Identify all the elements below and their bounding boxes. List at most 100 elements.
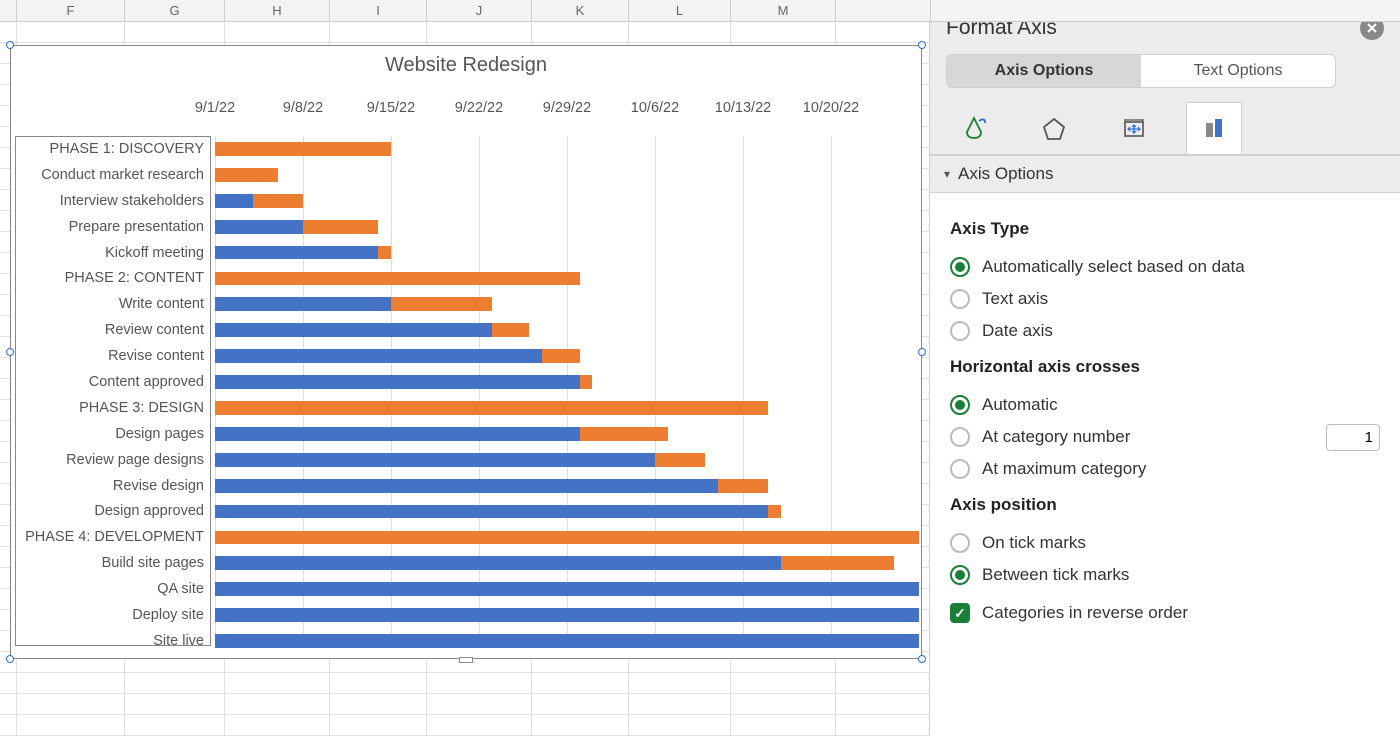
- radio-label: Text axis: [982, 289, 1048, 309]
- column-header[interactable]: L: [629, 0, 731, 21]
- axis-options-icon[interactable]: [1186, 102, 1242, 154]
- checkbox-label: Categories in reverse order: [982, 603, 1188, 623]
- plot-area[interactable]: 9/1/229/8/229/15/229/22/229/29/2210/6/22…: [215, 94, 917, 652]
- bar-row[interactable]: [215, 343, 917, 369]
- resize-handle-ml[interactable]: [6, 348, 14, 356]
- radio-label: Date axis: [982, 321, 1053, 341]
- category-axis[interactable]: PHASE 1: DISCOVERYConduct market researc…: [15, 136, 211, 646]
- resize-handle-bottom[interactable]: [459, 657, 473, 663]
- bar-row[interactable]: [215, 317, 917, 343]
- bar-row[interactable]: [215, 136, 917, 162]
- bar-row[interactable]: [215, 162, 917, 188]
- bar-row[interactable]: [215, 240, 917, 266]
- radio-crosses-catnum[interactable]: At category number: [950, 421, 1326, 453]
- category-label[interactable]: Review page designs: [16, 448, 210, 474]
- chart-title[interactable]: Website Redesign: [11, 46, 921, 81]
- category-label[interactable]: PHASE 1: DISCOVERY: [16, 137, 210, 163]
- column-header[interactable]: M: [731, 0, 836, 21]
- section-axis-options-header[interactable]: ▾ Axis Options: [930, 155, 1400, 193]
- fill-line-icon[interactable]: [946, 102, 1002, 154]
- category-label[interactable]: Deploy site: [16, 603, 210, 629]
- radio-icon: [950, 427, 970, 447]
- resize-handle-tl[interactable]: [6, 41, 14, 49]
- radio-icon: [950, 459, 970, 479]
- category-label[interactable]: Interview stakeholders: [16, 189, 210, 215]
- resize-handle-tr[interactable]: [918, 41, 926, 49]
- bar-row[interactable]: [215, 628, 917, 654]
- category-label[interactable]: QA site: [16, 577, 210, 603]
- bar-row[interactable]: [215, 421, 917, 447]
- column-header[interactable]: K: [532, 0, 629, 21]
- category-label[interactable]: Content approved: [16, 370, 210, 396]
- bar-row[interactable]: [215, 499, 917, 525]
- effects-icon[interactable]: [1026, 102, 1082, 154]
- radio-axis-type-text[interactable]: Text axis: [950, 283, 1380, 315]
- section-axis-options-body: Axis Type Automatically select based on …: [930, 193, 1400, 641]
- bar-row[interactable]: [215, 473, 917, 499]
- resize-handle-br[interactable]: [918, 655, 926, 663]
- x-axis-label[interactable]: 9/8/22: [283, 100, 323, 116]
- column-header[interactable]: H: [225, 0, 330, 21]
- x-axis-label[interactable]: 9/29/22: [543, 100, 591, 116]
- bar-row[interactable]: [215, 188, 917, 214]
- radio-axis-type-auto[interactable]: Automatically select based on data: [950, 251, 1380, 283]
- bar-row[interactable]: [215, 525, 917, 551]
- options-segmented-tabs: Axis Options Text Options: [946, 54, 1336, 88]
- category-label[interactable]: Revise content: [16, 344, 210, 370]
- axis-type-title: Axis Type: [950, 219, 1380, 239]
- bar-row[interactable]: [215, 395, 917, 421]
- x-axis-label[interactable]: 9/15/22: [367, 100, 415, 116]
- category-label[interactable]: Design pages: [16, 422, 210, 448]
- category-label[interactable]: Write content: [16, 292, 210, 318]
- column-header[interactable]: I: [330, 0, 427, 21]
- tab-text-options[interactable]: Text Options: [1141, 55, 1335, 87]
- x-axis-label[interactable]: 10/6/22: [631, 100, 679, 116]
- crosses-catnum-input[interactable]: [1326, 424, 1380, 451]
- radio-label: Automatic: [982, 395, 1058, 415]
- category-label[interactable]: Conduct market research: [16, 163, 210, 189]
- size-properties-icon[interactable]: [1106, 102, 1162, 154]
- checkbox-cat-reverse[interactable]: ✓ Categories in reverse order: [950, 597, 1380, 629]
- column-header[interactable]: F: [17, 0, 125, 21]
- chart-object[interactable]: Website Redesign PHASE 1: DISCOVERYCondu…: [10, 45, 922, 659]
- bar-row[interactable]: [215, 602, 917, 628]
- resize-handle-bl[interactable]: [6, 655, 14, 663]
- column-header[interactable]: G: [125, 0, 225, 21]
- category-label[interactable]: Revise design: [16, 474, 210, 500]
- radio-crosses-max[interactable]: At maximum category: [950, 453, 1380, 485]
- column-header[interactable]: [836, 0, 931, 21]
- radio-axispos-between[interactable]: Between tick marks: [950, 559, 1380, 591]
- axispos-title: Axis position: [950, 495, 1380, 515]
- bar-row[interactable]: [215, 576, 917, 602]
- category-label[interactable]: Review content: [16, 318, 210, 344]
- bar-row[interactable]: [215, 369, 917, 395]
- radio-icon: [950, 533, 970, 553]
- column-headers: FGHIJKLM: [0, 0, 1400, 22]
- bar-row[interactable]: [215, 550, 917, 576]
- x-axis-label[interactable]: 10/13/22: [715, 100, 771, 116]
- radio-crosses-auto[interactable]: Automatic: [950, 389, 1380, 421]
- category-label[interactable]: PHASE 3: DESIGN: [16, 396, 210, 422]
- category-label[interactable]: Design approved: [16, 499, 210, 525]
- bar-row[interactable]: [215, 447, 917, 473]
- category-label[interactable]: Kickoff meeting: [16, 241, 210, 267]
- tab-axis-options[interactable]: Axis Options: [947, 55, 1141, 87]
- x-axis-label[interactable]: 9/22/22: [455, 100, 503, 116]
- category-label[interactable]: Site live: [16, 629, 210, 655]
- bar-row[interactable]: [215, 214, 917, 240]
- radio-label: Between tick marks: [982, 565, 1129, 585]
- bar-row[interactable]: [215, 291, 917, 317]
- value-axis[interactable]: 9/1/229/8/229/15/229/22/229/29/2210/6/22…: [215, 94, 917, 136]
- resize-handle-mr[interactable]: [918, 348, 926, 356]
- category-label[interactable]: PHASE 2: CONTENT: [16, 266, 210, 292]
- radio-axispos-ontick[interactable]: On tick marks: [950, 527, 1380, 559]
- radio-axis-type-date[interactable]: Date axis: [950, 315, 1380, 347]
- category-label[interactable]: Build site pages: [16, 551, 210, 577]
- bar-row[interactable]: [215, 266, 917, 292]
- category-label[interactable]: PHASE 4: DEVELOPMENT: [16, 525, 210, 551]
- category-label[interactable]: Prepare presentation: [16, 215, 210, 241]
- x-axis-label[interactable]: 9/1/22: [195, 100, 235, 116]
- radio-icon: [950, 321, 970, 341]
- x-axis-label[interactable]: 10/20/22: [803, 100, 859, 116]
- column-header[interactable]: J: [427, 0, 532, 21]
